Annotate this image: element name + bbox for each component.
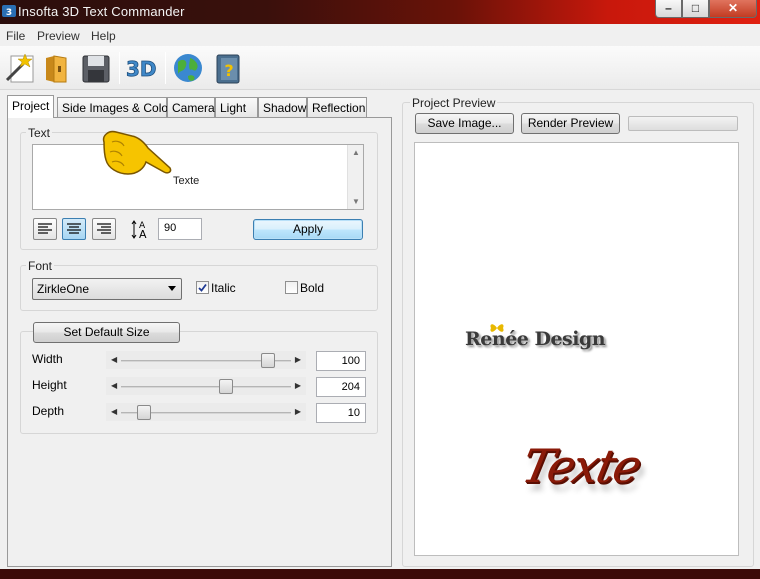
svg-text:A: A: [139, 228, 147, 239]
slider-left-icon[interactable]: ◀: [111, 355, 117, 364]
slider-right-icon[interactable]: ▶: [295, 381, 301, 390]
help-book-icon[interactable]: ?: [210, 50, 246, 86]
scroll-down-icon[interactable]: ▼: [352, 197, 360, 206]
preview-3d-text: Texte: [517, 439, 644, 493]
depth-value[interactable]: 10: [316, 403, 366, 423]
svg-text:3D: 3D: [126, 57, 157, 81]
width-slider[interactable]: ◀ ▶: [106, 351, 306, 369]
tab-shadow[interactable]: Shadow: [258, 97, 307, 117]
scroll-up-icon[interactable]: ▲: [352, 148, 360, 157]
set-default-size-button[interactable]: Set Default Size: [33, 322, 180, 343]
text-group-label: Text: [26, 126, 53, 140]
watermark-logo: Renée Design: [465, 324, 606, 350]
slider-left-icon[interactable]: ◀: [111, 407, 117, 416]
width-value[interactable]: 100: [316, 351, 366, 371]
minimize-button[interactable]: –: [655, 0, 682, 18]
depth-slider[interactable]: ◀ ▶: [106, 403, 306, 421]
svg-text:?: ?: [224, 61, 233, 80]
bold-checkbox[interactable]: [285, 281, 298, 294]
3d-logo-icon[interactable]: 3D: [124, 50, 160, 86]
font-select[interactable]: ZirkleOne: [32, 278, 182, 300]
align-center-icon: [67, 223, 81, 234]
tab-light[interactable]: Light: [215, 97, 258, 117]
italic-label: Italic: [211, 281, 236, 295]
tab-project[interactable]: Project: [7, 95, 54, 118]
align-center-button[interactable]: [62, 218, 86, 240]
butterfly-icon: [490, 324, 504, 332]
tab-reflection[interactable]: Reflection: [307, 97, 367, 117]
bold-label: Bold: [300, 281, 325, 295]
width-slider-thumb[interactable]: [261, 353, 276, 368]
menu-preview[interactable]: Preview: [37, 29, 80, 43]
tab-side-images-colors[interactable]: Side Images & Colors: [57, 97, 178, 117]
toolbar: 3D ?: [0, 46, 760, 90]
menu-file[interactable]: File: [6, 29, 25, 43]
slider-right-icon[interactable]: ▶: [295, 407, 301, 416]
project-preview-label: Project Preview: [410, 96, 498, 110]
save-disk-icon[interactable]: [78, 50, 114, 86]
globe-icon[interactable]: [170, 50, 206, 86]
chevron-down-icon: [168, 286, 176, 291]
render-preview-button[interactable]: Render Preview: [521, 113, 620, 134]
font-group-label: Font: [26, 259, 55, 273]
menu-help[interactable]: Help: [91, 29, 116, 43]
height-slider[interactable]: ◀ ▶: [106, 377, 306, 395]
height-label: Height: [32, 378, 67, 392]
preview-3d-text-value: Texte: [517, 439, 645, 493]
text-scrollbar[interactable]: ▲ ▼: [347, 145, 363, 209]
apply-button[interactable]: Apply: [253, 219, 363, 240]
font-select-value: ZirkleOne: [37, 282, 90, 296]
new-wand-icon[interactable]: [3, 50, 39, 86]
app-window: 3 Insofta 3D Text Commander – □ ✕ File P…: [0, 0, 760, 579]
slider-right-icon[interactable]: ▶: [295, 355, 301, 364]
height-value[interactable]: 204: [316, 377, 366, 397]
width-label: Width: [32, 352, 63, 366]
align-right-icon: [97, 223, 111, 234]
align-left-icon: [38, 223, 52, 234]
font-size-input[interactable]: 90: [158, 218, 202, 240]
maximize-button[interactable]: □: [682, 0, 709, 18]
close-button[interactable]: ✕: [709, 0, 757, 18]
checkmark-icon: [198, 283, 207, 292]
menu-bar: File Preview Help: [0, 26, 760, 46]
depth-label: Depth: [32, 404, 65, 418]
open-folder-icon[interactable]: [40, 50, 76, 86]
font-size-icon: A A: [131, 220, 147, 239]
depth-slider-thumb[interactable]: [136, 405, 151, 420]
tab-camera[interactable]: Camera: [167, 97, 215, 117]
height-slider-thumb[interactable]: [219, 379, 234, 394]
slider-left-icon[interactable]: ◀: [111, 381, 117, 390]
save-image-button[interactable]: Save Image...: [415, 113, 514, 134]
italic-checkbox[interactable]: [196, 281, 209, 294]
svg-text:3: 3: [6, 8, 12, 18]
window-bottom-border: [0, 569, 760, 579]
title-bar[interactable]: 3 Insofta 3D Text Commander – □ ✕: [0, 0, 760, 24]
align-right-button[interactable]: [92, 218, 116, 240]
pointing-hand-icon: [102, 130, 172, 175]
watermark-text: Renée Design: [465, 328, 606, 350]
preview-canvas: Renée Design Texte: [414, 142, 739, 556]
text-input[interactable]: Texte ▲ ▼: [32, 144, 364, 210]
align-left-button[interactable]: [33, 218, 57, 240]
render-progress-bar: [628, 116, 738, 131]
window-title: Insofta 3D Text Commander: [18, 4, 185, 19]
app-3d-icon: 3: [2, 5, 16, 18]
